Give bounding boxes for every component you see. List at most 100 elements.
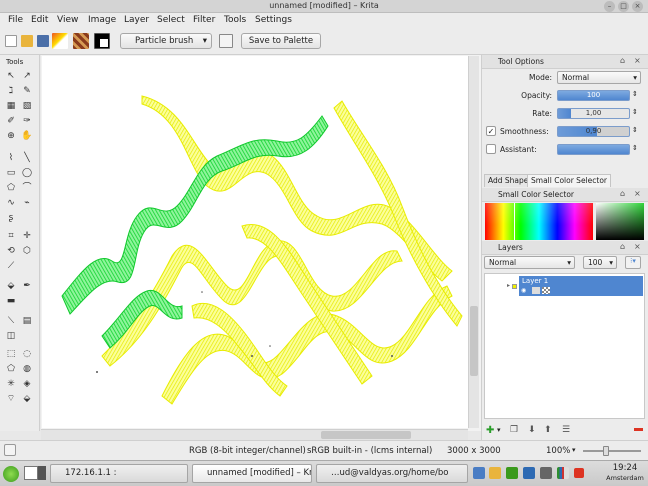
- zoom-slider-handle[interactable]: [603, 446, 609, 456]
- perspective-grid-icon[interactable]: ◫: [5, 330, 17, 342]
- zoom-level-text[interactable]: 100%: [546, 446, 570, 456]
- calligraphy-icon[interactable]: ✎: [21, 85, 33, 97]
- multibrush-icon[interactable]: ✑: [21, 115, 33, 127]
- alpha-icon[interactable]: [542, 287, 550, 294]
- color-swap-icon[interactable]: [94, 33, 110, 49]
- hue-strip[interactable]: [485, 203, 593, 240]
- opacity-slider[interactable]: 100: [557, 90, 630, 101]
- rectangle-tool-icon[interactable]: ▭: [5, 167, 17, 179]
- smoothness-checkbox[interactable]: ✓: [486, 126, 496, 136]
- add-layer-icon[interactable]: ✚: [486, 425, 494, 436]
- rect-select-icon[interactable]: ⬚: [5, 348, 17, 360]
- spin-arrows-icon[interactable]: ⇕: [632, 90, 638, 98]
- close-docker-icon[interactable]: ×: [634, 189, 641, 198]
- float-docker-icon[interactable]: ⌂: [620, 242, 625, 251]
- delete-layer-icon[interactable]: [634, 428, 643, 431]
- vertical-scrollbar[interactable]: [468, 56, 479, 428]
- network-icon[interactable]: [473, 467, 485, 479]
- measure-tool-icon[interactable]: ⟋: [5, 260, 17, 272]
- ellipse-tool-icon[interactable]: ◯: [21, 167, 33, 179]
- smoothness-slider[interactable]: 0,90: [557, 126, 630, 137]
- menu-file[interactable]: File: [8, 15, 23, 25]
- zoom-slider[interactable]: [583, 446, 641, 456]
- layer-expand-icon[interactable]: ▸: [507, 282, 510, 289]
- polygon-select-icon[interactable]: ⬠: [5, 363, 17, 375]
- saturation-value-square[interactable]: [596, 203, 644, 240]
- edit-shapes-icon[interactable]: ↗: [21, 70, 33, 82]
- menu-image[interactable]: Image: [88, 15, 116, 25]
- visibility-eye-icon[interactable]: ◉: [521, 287, 526, 294]
- layer-row[interactable]: Layer 1 ◉: [519, 276, 643, 296]
- ellipse-select-icon[interactable]: ◌: [21, 348, 33, 360]
- magnetic-select-icon[interactable]: ⬙: [21, 393, 33, 405]
- outline-select-icon[interactable]: ◍: [21, 363, 33, 375]
- menu-select[interactable]: Select: [157, 15, 185, 25]
- move-layer-up-icon[interactable]: ⬆: [544, 425, 552, 435]
- float-docker-icon[interactable]: ⌂: [620, 56, 625, 65]
- lock-icon[interactable]: [532, 287, 540, 294]
- show-desktop-icon[interactable]: [24, 466, 38, 480]
- volume-icon[interactable]: [540, 467, 552, 479]
- fill-tool-icon[interactable]: ⬙: [5, 280, 17, 292]
- polyline-tool-icon[interactable]: ⌒: [21, 182, 33, 194]
- similar-select-icon[interactable]: ◈: [21, 378, 33, 390]
- open-folder-icon[interactable]: [21, 35, 33, 47]
- menu-view[interactable]: View: [57, 15, 78, 25]
- pan-tool-icon[interactable]: ✋: [21, 130, 33, 142]
- task-browser[interactable]: …ud@valdyas.org/home/bo: [316, 464, 468, 483]
- gradient-tool-icon[interactable]: ▦: [5, 100, 17, 112]
- grid-tool-icon[interactable]: ▤: [21, 315, 33, 327]
- crop-tool-icon[interactable]: ⌗: [5, 230, 17, 242]
- polygon-tool-icon[interactable]: ⬠: [5, 182, 17, 194]
- pattern-tool-icon[interactable]: ▧: [21, 100, 33, 112]
- layer-properties-icon[interactable]: ☰: [562, 425, 570, 435]
- drawing-canvas[interactable]: [42, 56, 468, 428]
- menu-edit[interactable]: Edit: [31, 15, 48, 25]
- gradient-fill-icon[interactable]: ▬: [5, 295, 17, 307]
- pattern-selector-icon[interactable]: [73, 33, 89, 49]
- spin-arrows-icon[interactable]: ⇕: [632, 144, 638, 152]
- move-layer-down-icon[interactable]: ⬇: [528, 425, 536, 435]
- tab-add-shape[interactable]: Add Shape: [484, 174, 533, 187]
- bezier-tool-icon[interactable]: ∿: [5, 197, 17, 209]
- clock-time[interactable]: 19:24: [606, 463, 644, 473]
- menu-tools[interactable]: Tools: [224, 15, 246, 25]
- close-icon[interactable]: ×: [632, 1, 643, 12]
- close-docker-icon[interactable]: ×: [634, 242, 641, 251]
- layer-opacity-combo[interactable]: 100 ▾: [583, 256, 617, 269]
- system-monitor-icon[interactable]: [557, 467, 569, 479]
- horizontal-scroll-thumb[interactable]: [321, 431, 411, 439]
- spin-arrows-icon[interactable]: ⇕: [632, 126, 638, 134]
- spin-arrows-icon[interactable]: ⇕: [632, 108, 638, 116]
- duplicate-layer-icon[interactable]: ❐: [510, 425, 518, 435]
- float-docker-icon[interactable]: ⌂: [620, 189, 625, 198]
- line-tool-icon[interactable]: ╲: [21, 152, 33, 164]
- contiguous-select-icon[interactable]: ✳: [5, 378, 17, 390]
- pager-icon[interactable]: [38, 466, 46, 480]
- battery-icon[interactable]: [574, 468, 584, 478]
- freehand-icon[interactable]: ⌇: [5, 152, 17, 164]
- dynamic-brush-icon[interactable]: ʂ: [5, 212, 17, 224]
- assistant-checkbox[interactable]: [486, 144, 496, 154]
- rate-slider[interactable]: 1,00: [557, 108, 630, 119]
- menu-filter[interactable]: Filter: [193, 15, 215, 25]
- assistant-slider[interactable]: [557, 144, 630, 155]
- text-tool-icon[interactable]: ℷ: [5, 85, 17, 97]
- updates-icon[interactable]: [506, 467, 518, 479]
- brush-tool-icon[interactable]: ✐: [5, 115, 17, 127]
- minimize-icon[interactable]: –: [604, 1, 615, 12]
- select-shapes-icon[interactable]: ↖: [5, 70, 17, 82]
- vertical-scroll-thumb[interactable]: [470, 306, 478, 376]
- new-document-icon[interactable]: [5, 35, 17, 47]
- task-terminal[interactable]: 172.16.1.1 :: [50, 464, 188, 483]
- window-title-bar[interactable]: unnamed [modified] – Krita – □ ×: [0, 0, 648, 13]
- clipboard-icon[interactable]: [523, 467, 535, 479]
- gradient-selector-icon[interactable]: [52, 33, 68, 49]
- color-picker-icon[interactable]: ✒: [21, 280, 33, 292]
- chevron-down-icon[interactable]: ▾: [497, 426, 501, 434]
- menu-layer[interactable]: Layer: [124, 15, 149, 25]
- move-tool-icon[interactable]: ✛: [21, 230, 33, 242]
- perspective-tool-icon[interactable]: ⬡: [21, 245, 33, 257]
- status-brush-icon[interactable]: [4, 444, 16, 456]
- task-krita[interactable]: unnamed [modified] – Krita: [192, 464, 312, 483]
